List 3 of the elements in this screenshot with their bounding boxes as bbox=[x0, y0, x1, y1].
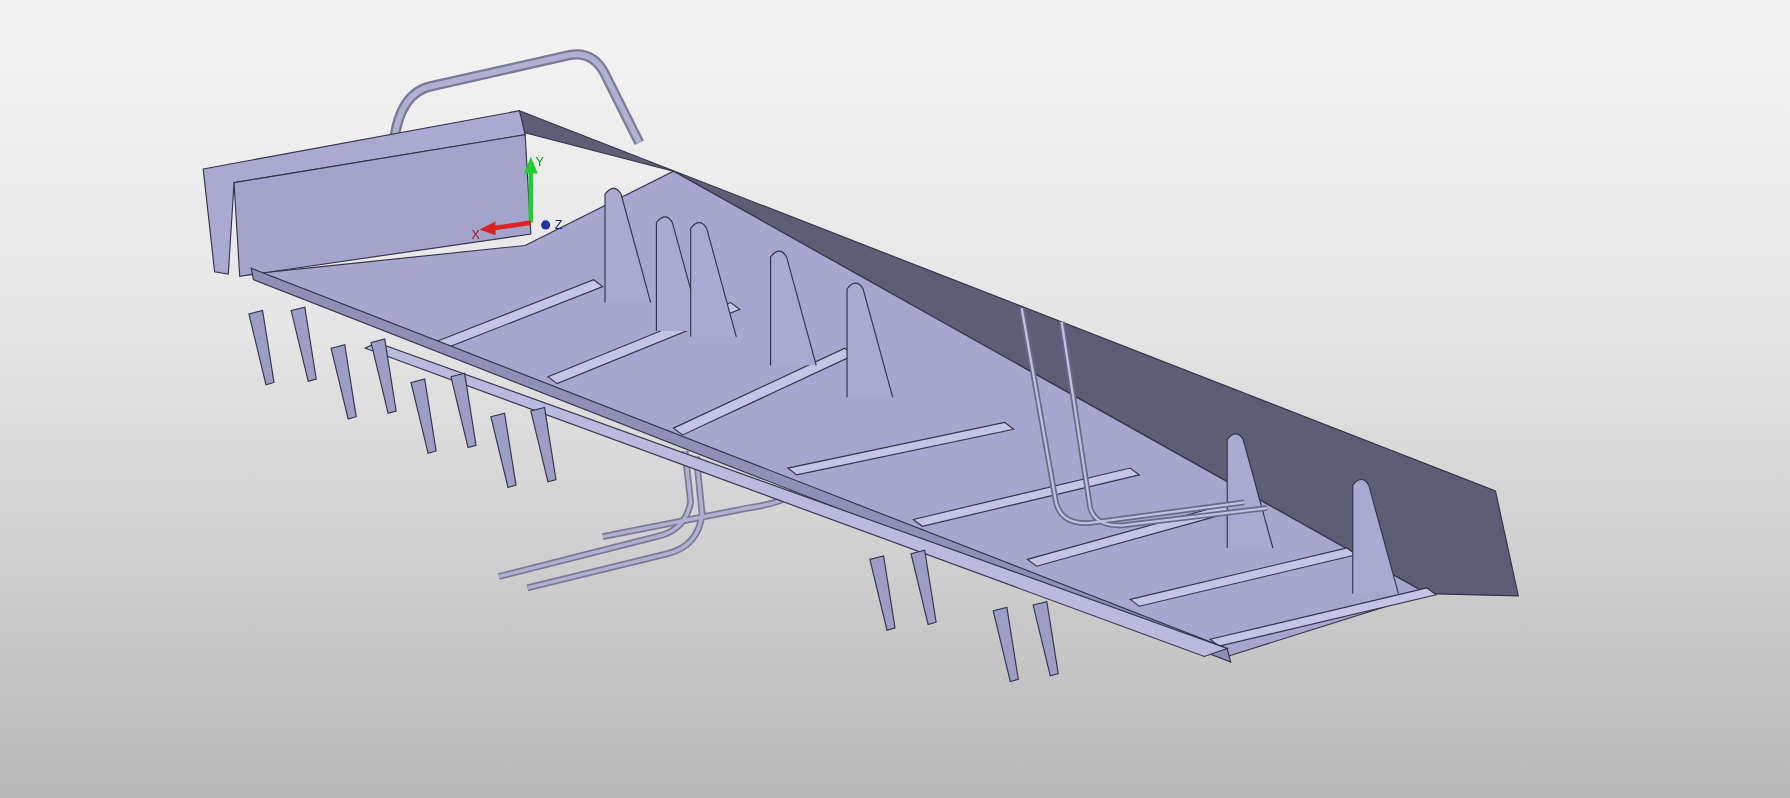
y-axis-label: Y bbox=[535, 154, 544, 169]
z-axis-label: Z bbox=[554, 218, 563, 233]
x-axis-label: X bbox=[471, 227, 480, 242]
